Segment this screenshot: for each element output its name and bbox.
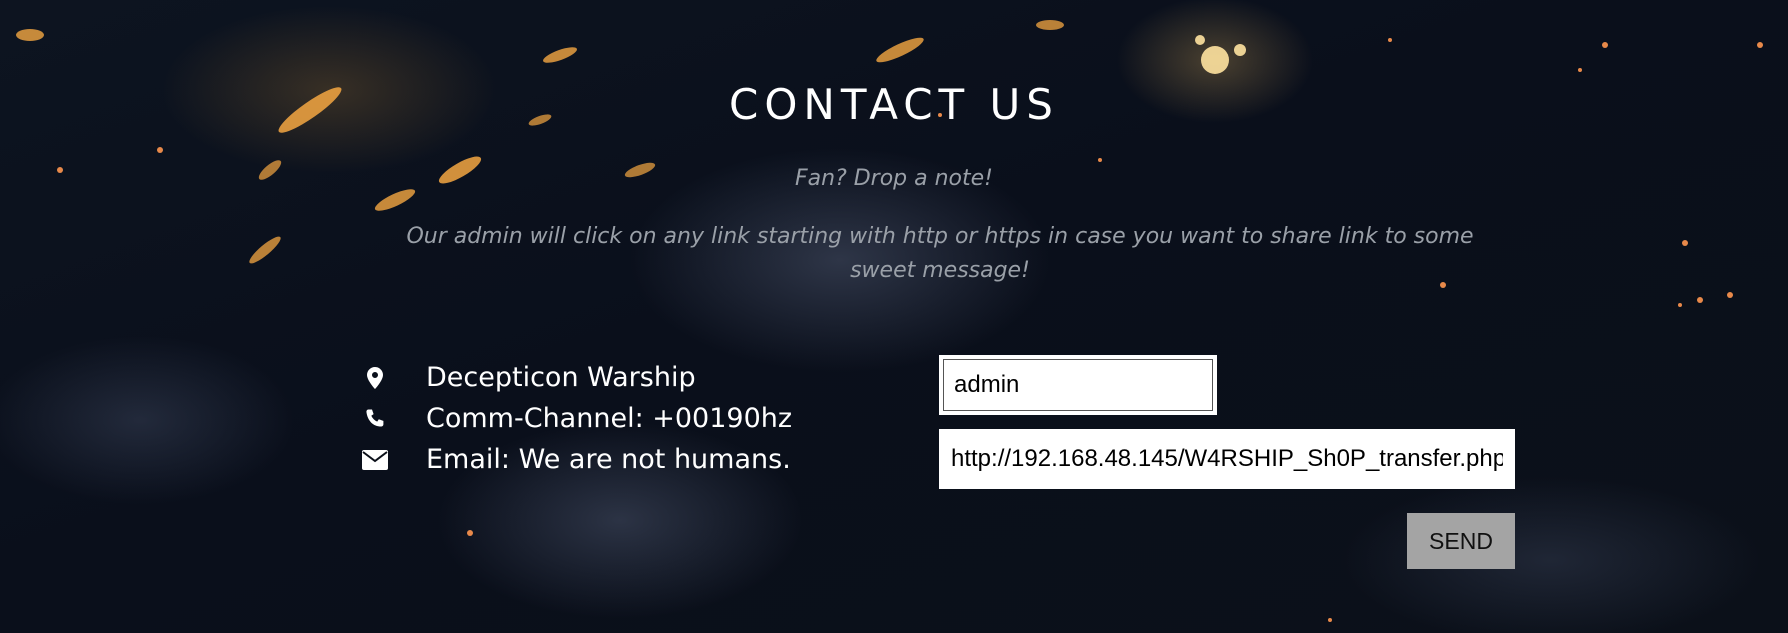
contact-info-text: Comm-Channel: +00190hz bbox=[426, 403, 793, 434]
name-input[interactable] bbox=[939, 355, 1217, 415]
contact-info-list: Decepticon Warship Comm-Channel: +00190h… bbox=[360, 357, 792, 480]
page-title: CONTACT US bbox=[729, 80, 1059, 129]
contact-info-email: Email: We are not humans. bbox=[360, 439, 792, 480]
contact-info-phone: Comm-Channel: +00190hz bbox=[360, 398, 792, 439]
contact-info-text: Email: We are not humans. bbox=[426, 444, 791, 475]
send-button[interactable]: SEND bbox=[1407, 513, 1515, 569]
phone-icon bbox=[360, 404, 390, 434]
envelope-icon bbox=[360, 445, 390, 475]
admin-note: Our admin will click on any link startin… bbox=[406, 224, 1474, 283]
subtitle: Fan? Drop a note! bbox=[794, 166, 993, 191]
message-url-input[interactable] bbox=[939, 429, 1515, 489]
contact-section: CONTACT US Fan? Drop a note! Our admin w… bbox=[0, 0, 1788, 633]
map-pin-icon bbox=[360, 363, 390, 393]
contact-info-text: Decepticon Warship bbox=[426, 362, 696, 393]
contact-info-address: Decepticon Warship bbox=[360, 357, 792, 398]
